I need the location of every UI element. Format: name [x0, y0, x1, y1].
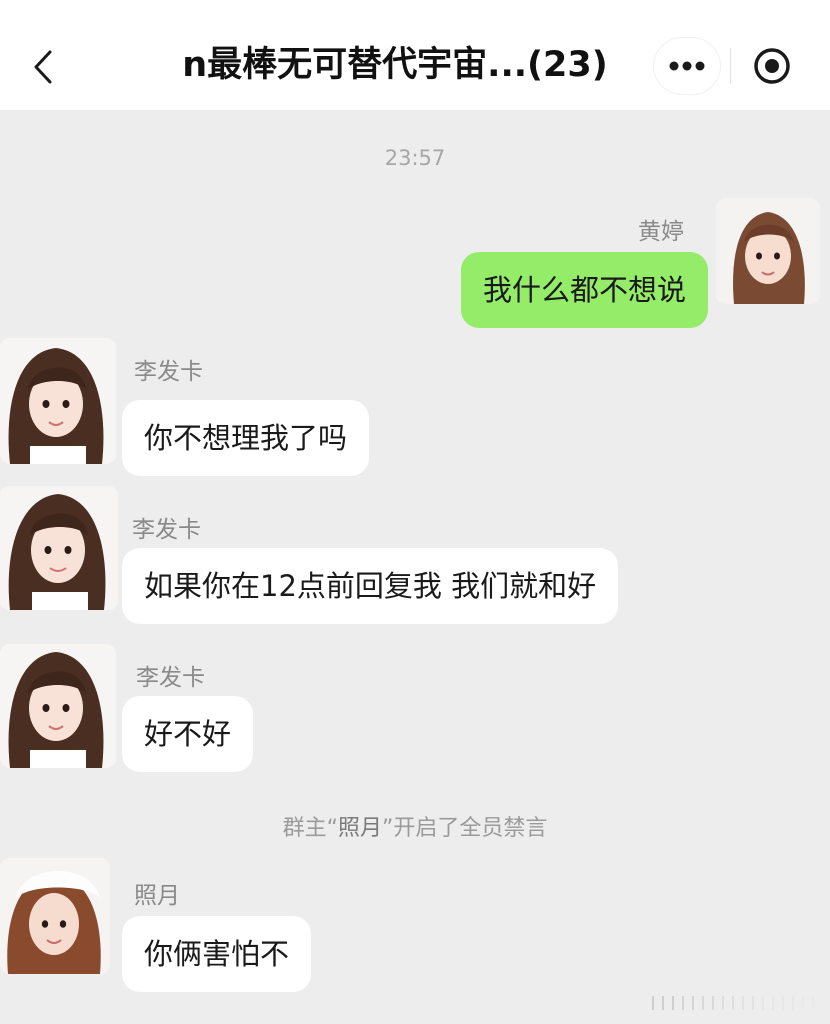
avatar[interactable] — [0, 486, 118, 610]
target-icon[interactable] — [750, 44, 794, 88]
message-timestamp: 23:57 — [384, 146, 446, 170]
sender-name: 李发卡 — [134, 359, 203, 385]
chat-title: n最棒无可替代宇宙...(23) — [182, 45, 608, 85]
message-bubble-incoming[interactable]: 你俩害怕不 — [122, 916, 312, 992]
message-bubble-incoming[interactable]: 如果你在12点前回复我 我们就和好 — [122, 548, 619, 624]
avatar-portrait-icon — [716, 198, 820, 304]
system-notice-prefix: 群主“ — [282, 816, 338, 841]
avatar-portrait-icon — [0, 644, 116, 768]
chevron-left-icon[interactable] — [30, 48, 58, 86]
system-notice-name: 照月 — [337, 816, 382, 841]
sender-name: 李发卡 — [136, 665, 205, 691]
system-notice-suffix: ”开启了全员禁言 — [382, 816, 548, 841]
more-button[interactable] — [654, 38, 720, 94]
avatar[interactable] — [716, 198, 820, 304]
sender-name: 黄婷 — [638, 219, 684, 245]
more-dots-icon — [669, 61, 705, 71]
avatar[interactable] — [0, 858, 110, 974]
system-notice: 群主“照月”开启了全员禁言 — [0, 810, 830, 842]
scroll-indicator-icon — [652, 996, 814, 1010]
sender-name: 照月 — [134, 883, 180, 909]
message-bubble-incoming[interactable]: 你不想理我了吗 — [122, 400, 370, 476]
avatar-portrait-icon — [0, 858, 110, 974]
avatar-portrait-icon — [0, 486, 118, 610]
header-divider — [730, 48, 731, 84]
avatar[interactable] — [0, 644, 116, 768]
avatar[interactable] — [0, 338, 116, 464]
message-bubble-outgoing[interactable]: 我什么都不想说 — [460, 252, 708, 328]
sender-name: 李发卡 — [132, 517, 201, 543]
chat-header: n最棒无可替代宇宙...(23) — [0, 0, 830, 110]
avatar-portrait-icon — [0, 338, 116, 464]
message-bubble-incoming[interactable]: 好不好 — [122, 696, 254, 772]
